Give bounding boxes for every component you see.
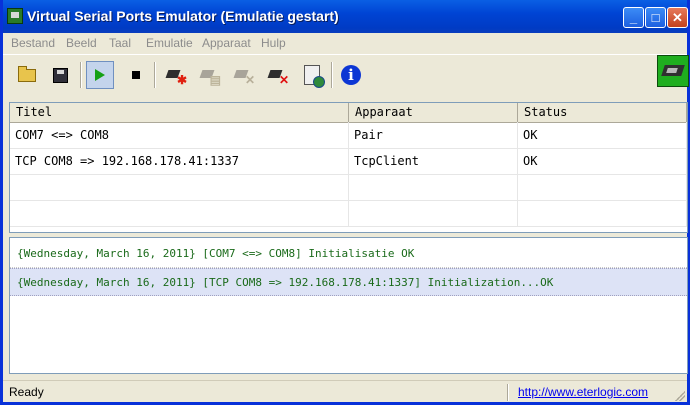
delete-device-button[interactable]: ✕ bbox=[263, 61, 291, 89]
table-header: Titel Apparaat Status bbox=[10, 103, 687, 123]
title-bar[interactable]: Virtual Serial Ports Emulator (Emulatie … bbox=[3, 0, 688, 33]
menu-taal[interactable]: Taal bbox=[109, 36, 131, 50]
empty-cell bbox=[349, 174, 518, 200]
about-button[interactable]: i bbox=[337, 61, 365, 89]
open-folder-icon bbox=[18, 65, 36, 82]
empty-cell bbox=[10, 174, 349, 200]
toolbar-separator bbox=[331, 62, 333, 88]
start-play-icon bbox=[95, 69, 105, 81]
table-row[interactable]: COM7 <=> COM8 Pair OK bbox=[10, 122, 687, 149]
menu-hulp[interactable]: Hulp bbox=[261, 36, 286, 50]
table-row[interactable]: TCP COM8 => 192.168.178.41:1337 TcpClien… bbox=[10, 148, 687, 175]
empty-table-row bbox=[10, 200, 687, 227]
menu-bar: Bestand Beeld Taal Emulatie Apparaat Hul… bbox=[3, 33, 687, 53]
minimize-button[interactable]: _ bbox=[623, 7, 644, 28]
log-entry[interactable]: {Wednesday, March 16, 2011} [COM7 <=> CO… bbox=[10, 240, 687, 268]
status-separator bbox=[507, 384, 509, 401]
empty-cell bbox=[10, 200, 349, 226]
info-icon: i bbox=[341, 65, 361, 85]
app-icon bbox=[7, 8, 23, 24]
website-link[interactable]: http://www.eterlogic.com bbox=[518, 385, 648, 399]
start-emulation-button[interactable] bbox=[86, 61, 114, 89]
serial-port-logo-icon bbox=[657, 55, 689, 87]
stop-emulation-button[interactable] bbox=[122, 61, 150, 89]
maximize-button[interactable]: □ bbox=[645, 7, 666, 28]
device-properties-button[interactable] bbox=[298, 61, 326, 89]
new-device-icon: ✱ bbox=[166, 68, 187, 86]
empty-cell bbox=[518, 174, 687, 200]
edit-device-button[interactable]: ▤ bbox=[195, 61, 223, 89]
cell-titel: COM7 <=> COM8 bbox=[10, 122, 349, 148]
log-entry-selected[interactable]: {Wednesday, March 16, 2011} [TCP COM8 =>… bbox=[10, 268, 687, 296]
empty-cell bbox=[349, 200, 518, 226]
menu-beeld[interactable]: Beeld bbox=[66, 36, 97, 50]
menu-bestand[interactable]: Bestand bbox=[11, 36, 55, 50]
menu-emulatie[interactable]: Emulatie bbox=[146, 36, 193, 50]
new-device-button[interactable]: ✱ bbox=[161, 61, 189, 89]
remove-device-icon: ✕ bbox=[234, 68, 255, 86]
save-disk-icon bbox=[52, 67, 68, 83]
stop-icon bbox=[132, 71, 140, 79]
resize-grip-icon[interactable] bbox=[675, 391, 685, 401]
device-table: Titel Apparaat Status COM7 <=> COM8 Pair… bbox=[9, 102, 688, 233]
close-button[interactable]: ✕ bbox=[667, 7, 688, 28]
cell-status: OK bbox=[518, 122, 687, 148]
cell-apparaat: TcpClient bbox=[349, 148, 518, 174]
status-bar: Ready http://www.eterlogic.com bbox=[3, 380, 687, 403]
delete-device-icon: ✕ bbox=[268, 68, 289, 86]
cell-titel: TCP COM8 => 192.168.178.41:1337 bbox=[10, 148, 349, 174]
toolbar-separator bbox=[80, 62, 82, 88]
toolbar: ✱ ▤ ✕ ✕ i bbox=[3, 54, 687, 95]
column-header-titel[interactable]: Titel bbox=[10, 103, 349, 122]
toolbar-separator bbox=[154, 62, 156, 88]
cell-apparaat: Pair bbox=[349, 122, 518, 148]
event-log: {Wednesday, March 16, 2011} [COM7 <=> CO… bbox=[9, 237, 688, 374]
save-button[interactable] bbox=[46, 61, 74, 89]
app-window: Virtual Serial Ports Emulator (Emulatie … bbox=[0, 0, 690, 405]
column-header-status[interactable]: Status bbox=[518, 103, 687, 122]
empty-table-row bbox=[10, 174, 687, 201]
remove-device-button[interactable]: ✕ bbox=[229, 61, 257, 89]
device-properties-icon bbox=[304, 65, 325, 88]
cell-status: OK bbox=[518, 148, 687, 174]
edit-device-icon: ▤ bbox=[200, 68, 221, 86]
column-header-apparaat[interactable]: Apparaat bbox=[349, 103, 518, 122]
menu-apparaat[interactable]: Apparaat bbox=[202, 36, 251, 50]
status-text: Ready bbox=[9, 385, 44, 399]
window-title: Virtual Serial Ports Emulator (Emulatie … bbox=[27, 8, 339, 24]
empty-cell bbox=[518, 200, 687, 226]
open-button[interactable] bbox=[13, 61, 41, 89]
